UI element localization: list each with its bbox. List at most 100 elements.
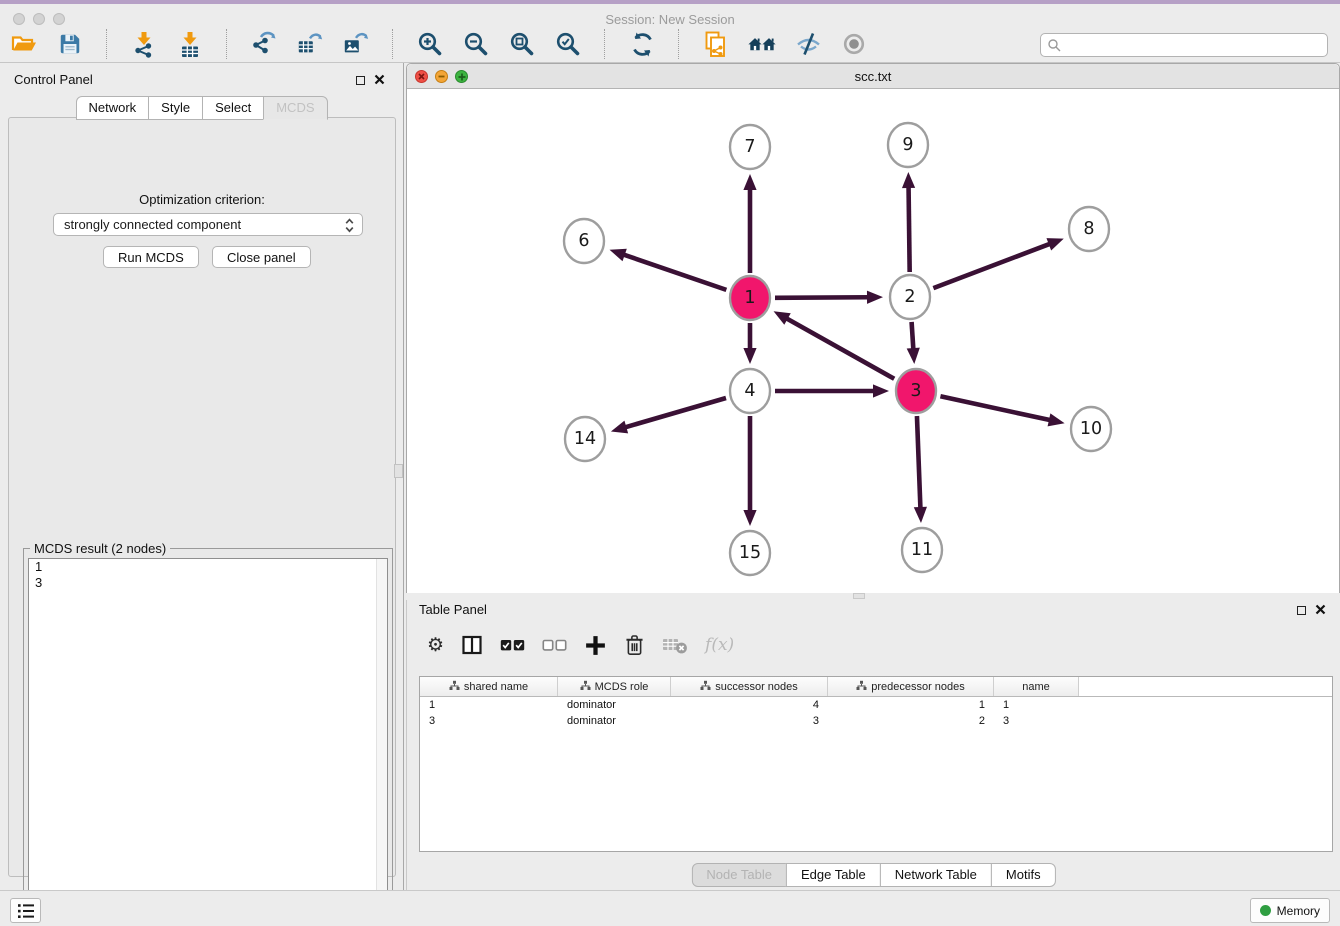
criterion-dropdown[interactable]: strongly connected component xyxy=(53,213,363,236)
tab-edge-table[interactable]: Edge Table xyxy=(786,863,881,887)
open-session-icon[interactable] xyxy=(10,30,38,58)
edge-2-8[interactable] xyxy=(933,238,1063,288)
function-builder-icon: f(x) xyxy=(705,635,734,655)
tab-network-table[interactable]: Network Table xyxy=(880,863,992,887)
refresh-icon[interactable] xyxy=(628,30,656,58)
clone-network-icon[interactable] xyxy=(702,30,730,58)
column-header-MCDS-role[interactable]: MCDS role xyxy=(558,677,671,696)
edge-1-4[interactable] xyxy=(743,323,756,364)
svg-text:9: 9 xyxy=(902,135,913,155)
window-title: Session: New Session xyxy=(0,12,1340,27)
node-2[interactable]: 2 xyxy=(890,275,930,319)
node-3[interactable]: 3 xyxy=(896,369,936,413)
node-8[interactable]: 8 xyxy=(1069,207,1109,251)
edge-1-2[interactable] xyxy=(775,291,883,304)
cell-MCDS-role[interactable]: dominator xyxy=(558,699,671,711)
mcds-result-list[interactable]: 13 xyxy=(28,558,388,923)
export-image-icon[interactable] xyxy=(342,30,370,58)
edge-1-6[interactable] xyxy=(610,249,727,290)
node-4[interactable]: 4 xyxy=(730,369,770,413)
import-table-icon[interactable] xyxy=(176,30,204,58)
table-toolbar: ⚙ f(x) xyxy=(427,628,734,662)
column-header-shared-name[interactable]: shared name xyxy=(420,677,558,696)
deselect-all-icon[interactable] xyxy=(542,637,567,653)
close-panel-icon[interactable] xyxy=(374,73,385,88)
zoom-fit-icon[interactable] xyxy=(508,30,536,58)
cell-successor-nodes[interactable]: 4 xyxy=(671,699,828,711)
memory-button[interactable]: Memory xyxy=(1250,898,1330,923)
float-table-panel-icon[interactable] xyxy=(1297,606,1306,615)
column-header-successor-nodes[interactable]: successor nodes xyxy=(671,677,828,696)
tab-mcds[interactable]: MCDS xyxy=(263,96,327,120)
run-mcds-button[interactable]: Run MCDS xyxy=(103,246,199,268)
edge-2-3[interactable] xyxy=(907,322,920,364)
edge-4-14[interactable] xyxy=(611,398,726,433)
edge-3-11[interactable] xyxy=(914,416,927,523)
node-14[interactable]: 14 xyxy=(565,417,605,461)
horizontal-splitter-grip[interactable] xyxy=(853,593,865,599)
edge-4-3[interactable] xyxy=(775,384,889,397)
select-all-icon[interactable] xyxy=(500,637,525,653)
column-header-name[interactable]: name xyxy=(994,677,1079,696)
node-10[interactable]: 10 xyxy=(1071,407,1111,451)
gear-icon[interactable]: ⚙ xyxy=(427,636,444,655)
delete-column-icon[interactable] xyxy=(624,633,645,657)
node-9[interactable]: 9 xyxy=(888,123,928,167)
tab-node-table[interactable]: Node Table xyxy=(691,863,787,887)
edge-4-15[interactable] xyxy=(743,416,756,526)
export-network-icon[interactable] xyxy=(250,30,278,58)
edge-3-1[interactable] xyxy=(774,311,895,379)
status-bar: Memory xyxy=(0,890,1340,926)
result-item[interactable]: 3 xyxy=(29,575,387,591)
close-table-panel-icon[interactable] xyxy=(1315,603,1326,618)
node-1[interactable]: 1 xyxy=(730,276,770,320)
table-row[interactable]: 1dominator411 xyxy=(420,697,1332,713)
node-15[interactable]: 15 xyxy=(730,531,770,575)
float-panel-icon[interactable] xyxy=(356,76,365,85)
zoom-selected-icon[interactable] xyxy=(554,30,582,58)
tab-motifs[interactable]: Motifs xyxy=(991,863,1056,887)
result-item[interactable]: 1 xyxy=(29,559,387,575)
result-scrollbar[interactable] xyxy=(376,559,387,922)
tab-select[interactable]: Select xyxy=(202,96,264,120)
column-header-predecessor-nodes[interactable]: predecessor nodes xyxy=(828,677,994,696)
cell-predecessor-nodes[interactable]: 2 xyxy=(828,715,994,727)
cell-shared-name[interactable]: 3 xyxy=(420,715,558,727)
application-window: Session: New Session Control Panel Netwo… xyxy=(0,0,1340,926)
node-7[interactable]: 7 xyxy=(730,125,770,169)
home-icon[interactable] xyxy=(748,30,776,58)
vertical-splitter-grip[interactable] xyxy=(394,464,403,478)
export-table-icon[interactable] xyxy=(296,30,324,58)
zoom-in-icon[interactable] xyxy=(416,30,444,58)
table-panel-title: Table Panel xyxy=(419,602,487,617)
cell-name[interactable]: 1 xyxy=(994,699,1079,711)
table-header-row: shared nameMCDS rolesuccessor nodesprede… xyxy=(420,677,1332,697)
edge-3-10[interactable] xyxy=(940,396,1064,426)
hide-selected-icon[interactable] xyxy=(794,30,822,58)
table-row[interactable]: 3dominator323 xyxy=(420,713,1332,729)
cell-predecessor-nodes[interactable]: 1 xyxy=(828,699,994,711)
task-history-button[interactable] xyxy=(10,898,41,923)
network-canvas[interactable]: 1 2 3 4 6 7 8 9 10 11 14 15 xyxy=(407,89,1339,593)
edge-1-7[interactable] xyxy=(743,174,756,273)
cell-MCDS-role[interactable]: dominator xyxy=(558,715,671,727)
add-column-icon[interactable] xyxy=(584,634,607,657)
node-6[interactable]: 6 xyxy=(564,219,604,263)
network-view-window: scc.txt 1234678910111415 xyxy=(406,63,1340,593)
cell-name[interactable]: 3 xyxy=(994,715,1079,727)
show-all-icon[interactable] xyxy=(840,30,868,58)
zoom-out-icon[interactable] xyxy=(462,30,490,58)
cell-shared-name[interactable]: 1 xyxy=(420,699,558,711)
close-panel-button[interactable]: Close panel xyxy=(212,246,311,268)
tab-style[interactable]: Style xyxy=(148,96,203,120)
svg-text:8: 8 xyxy=(1083,219,1094,239)
columns-icon[interactable] xyxy=(461,634,483,656)
node-11[interactable]: 11 xyxy=(902,528,942,572)
delete-table-icon xyxy=(662,635,688,655)
tab-network[interactable]: Network xyxy=(75,96,149,120)
cell-successor-nodes[interactable]: 3 xyxy=(671,715,828,727)
save-session-icon[interactable] xyxy=(56,30,84,58)
edge-2-9[interactable] xyxy=(902,172,915,272)
import-network-icon[interactable] xyxy=(130,30,158,58)
search-input[interactable] xyxy=(1040,33,1328,57)
